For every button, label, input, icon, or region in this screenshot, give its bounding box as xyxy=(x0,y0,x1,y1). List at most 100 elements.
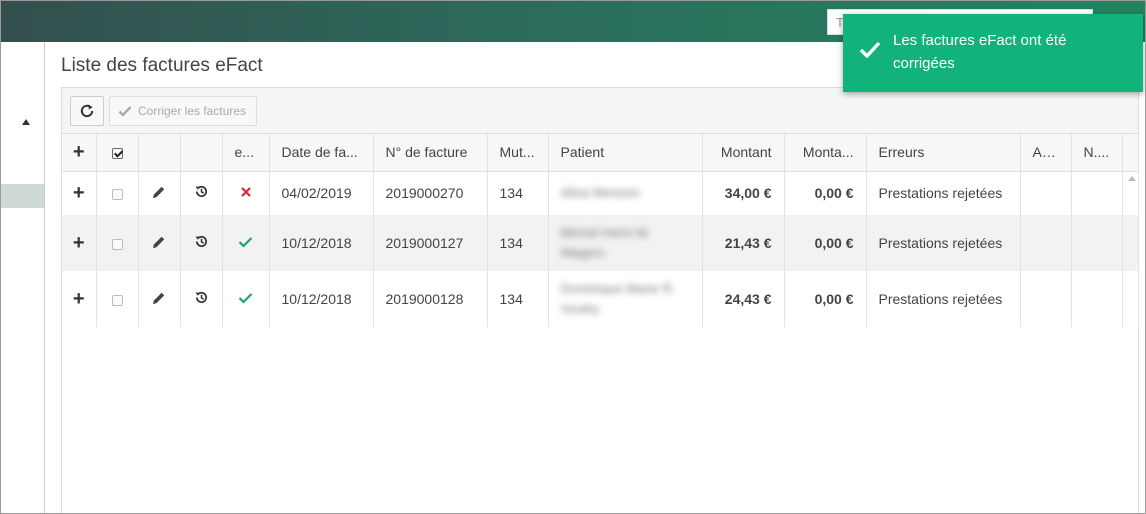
patient-name: Dominique Marie R. Vouley xyxy=(560,281,676,316)
expand-all-button[interactable]: + xyxy=(62,134,97,172)
amount-cell: 34,00 € xyxy=(702,171,785,215)
invoice-number-cell: 2019000270 xyxy=(373,171,488,215)
sidebar-active-item[interactable] xyxy=(1,184,44,208)
as-cell xyxy=(1020,215,1072,271)
success-toast[interactable]: Les factures eFact ont été corrigées xyxy=(843,14,1143,92)
as-cell xyxy=(1020,271,1072,327)
mut-cell: 134 xyxy=(487,171,549,215)
history-button[interactable] xyxy=(180,271,223,327)
row-checkbox[interactable] xyxy=(96,271,139,327)
amount-cell: 24,43 € xyxy=(702,271,785,327)
check-icon xyxy=(238,237,253,248)
n-cell xyxy=(1071,215,1123,271)
refresh-icon xyxy=(80,104,94,118)
col-as-header[interactable]: As... xyxy=(1020,134,1072,172)
plus-icon: + xyxy=(72,232,85,254)
col-edit xyxy=(138,134,181,172)
status-cell xyxy=(222,171,270,215)
table-row[interactable]: + 10/12/2018 2019000127 134 Michel Henri… xyxy=(62,215,1139,271)
history-icon xyxy=(195,291,207,303)
errors-cell: Prestations rejetées xyxy=(866,271,1021,327)
col-spacer xyxy=(1122,134,1139,172)
status-cell xyxy=(222,215,270,271)
status-cell xyxy=(222,271,270,327)
col-patient-header[interactable]: Patient xyxy=(548,134,703,172)
patient-cell: Dominique Marie R. Vouley xyxy=(548,271,703,327)
amount-cell: 21,43 € xyxy=(702,215,785,271)
amount2-cell: 0,00 € xyxy=(784,271,867,327)
n-cell xyxy=(1071,271,1123,327)
col-n-header[interactable]: N.... xyxy=(1071,134,1123,172)
date-cell: 10/12/2018 xyxy=(269,215,374,271)
chevron-up-icon[interactable] xyxy=(22,119,30,125)
fix-invoices-button[interactable]: Corriger les factures xyxy=(109,96,257,126)
left-sidebar xyxy=(1,42,45,513)
select-all-checkbox[interactable] xyxy=(96,134,139,172)
invoice-table: + e... Date de fa... N° de facture Mut..… xyxy=(62,134,1139,327)
checkbox-icon xyxy=(111,238,123,250)
patient-cell: Michel Henri M. Wagers xyxy=(548,215,703,271)
errors-cell: Prestations rejetées xyxy=(866,215,1021,271)
row-checkbox[interactable] xyxy=(96,171,139,215)
expand-row-button[interactable]: + xyxy=(62,271,97,327)
edit-button[interactable] xyxy=(138,171,181,215)
amount2-cell: 0,00 € xyxy=(784,171,867,215)
date-cell: 10/12/2018 xyxy=(269,271,374,327)
invoice-number-cell: 2019000127 xyxy=(373,215,488,271)
as-cell xyxy=(1020,171,1072,215)
col-history xyxy=(180,134,223,172)
plus-icon: + xyxy=(72,182,85,205)
refresh-button[interactable] xyxy=(70,96,104,126)
n-cell xyxy=(1071,171,1123,215)
patient-cell: Alina Mertzen xyxy=(548,171,703,215)
history-icon xyxy=(195,235,207,247)
expand-row-button[interactable]: + xyxy=(62,171,97,215)
col-invoice-number-header[interactable]: N° de facture xyxy=(373,134,488,172)
pencil-icon xyxy=(153,292,165,304)
history-button[interactable] xyxy=(180,215,223,271)
checkbox-icon xyxy=(111,294,123,306)
page-title: Liste des factures eFact xyxy=(61,55,263,76)
errors-cell: Prestations rejetées xyxy=(866,171,1021,215)
amount2-cell: 0,00 € xyxy=(784,215,867,271)
spacer-cell xyxy=(1122,215,1139,271)
check-icon xyxy=(118,106,132,117)
col-status-header[interactable]: e... xyxy=(222,134,270,172)
app-window: T Liste des factures eFact Corriger les … xyxy=(0,0,1146,514)
patient-name: Alina Mertzen xyxy=(560,185,640,201)
history-icon xyxy=(195,186,207,198)
grid-toolbar: Corriger les factures xyxy=(62,88,1138,134)
col-amount-header[interactable]: Montant xyxy=(702,134,785,172)
history-button[interactable] xyxy=(180,171,223,215)
table-row[interactable]: + 04/02/2019 2019000270 134 Alina Mertze… xyxy=(62,171,1139,215)
invoice-grid: Corriger les factures + e... Date de fa.… xyxy=(61,87,1139,513)
plus-icon: + xyxy=(72,141,85,164)
col-amount2-header[interactable]: Monta... xyxy=(784,134,867,172)
spacer-cell xyxy=(1122,271,1139,327)
edit-button[interactable] xyxy=(138,271,181,327)
checkbox-icon xyxy=(111,189,123,201)
x-icon xyxy=(240,187,251,198)
toast-message: Les factures eFact ont été corrigées xyxy=(893,32,1067,72)
pencil-icon xyxy=(153,186,165,198)
patient-name: Michel Henri M. Wagers xyxy=(560,225,651,260)
col-errors-header[interactable]: Erreurs xyxy=(866,134,1021,172)
fix-invoices-label: Corriger les factures xyxy=(138,104,247,118)
scroll-up-arrow[interactable] xyxy=(1128,176,1136,181)
col-date-header[interactable]: Date de fa... xyxy=(269,134,374,172)
plus-icon: + xyxy=(72,288,85,310)
pencil-icon xyxy=(153,236,165,248)
edit-button[interactable] xyxy=(138,215,181,271)
table-header-row: + e... Date de fa... N° de facture Mut..… xyxy=(62,134,1139,172)
table-row[interactable]: + 10/12/2018 2019000128 134 Dominique Ma… xyxy=(62,271,1139,327)
row-checkbox[interactable] xyxy=(96,215,139,271)
check-icon xyxy=(238,293,253,304)
expand-row-button[interactable]: + xyxy=(62,215,97,271)
mut-cell: 134 xyxy=(487,271,549,327)
checkbox-checked-icon xyxy=(111,148,123,160)
date-cell: 04/02/2019 xyxy=(269,171,374,215)
invoice-number-cell: 2019000128 xyxy=(373,271,488,327)
check-icon xyxy=(859,41,881,58)
col-mut-header[interactable]: Mut... xyxy=(487,134,549,172)
mut-cell: 134 xyxy=(487,215,549,271)
